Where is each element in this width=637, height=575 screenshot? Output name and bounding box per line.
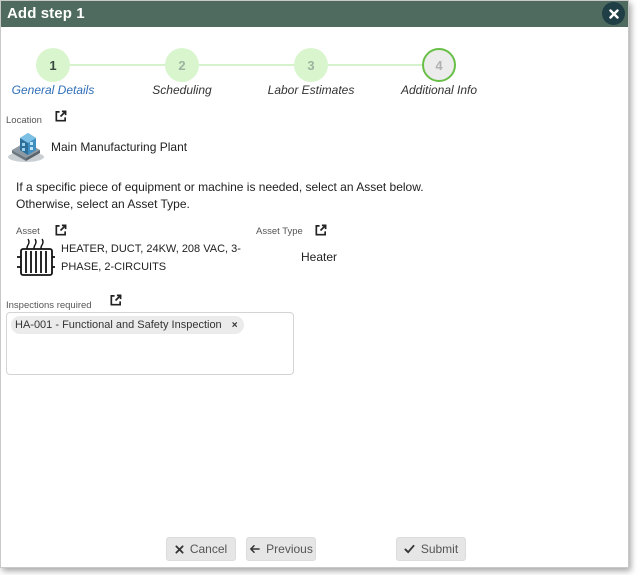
previous-button[interactable]: Previous [246, 537, 316, 561]
stepper-track [53, 64, 439, 66]
submit-button-label: Submit [420, 542, 459, 556]
asset-value-line-2: PHASE, 2-CIRCUITS [61, 261, 167, 273]
cancel-button-label: Cancel [189, 542, 228, 556]
inspection-chip: HA-001 - Functional and Safety Inspectio… [11, 316, 244, 334]
asset-value-line-1: HEATER, DUCT, 24KW, 208 VAC, 3- [61, 243, 241, 255]
asset-label: Asset [16, 226, 40, 237]
step-1-label[interactable]: General Details [12, 83, 95, 97]
step-2-circle[interactable]: 2 [165, 48, 199, 82]
previous-button-label: Previous [266, 542, 313, 556]
radiator-icon [17, 238, 55, 276]
asset-type-label: Asset Type [256, 226, 303, 237]
chip-remove-icon[interactable]: × [232, 320, 238, 331]
arrow-left-icon [249, 545, 260, 553]
step-3-label[interactable]: Labor Estimates [268, 83, 355, 97]
inspection-chip-label: HA-001 - Functional and Safety Inspectio… [15, 319, 222, 331]
inspections-multiselect[interactable]: HA-001 - Functional and Safety Inspectio… [6, 312, 294, 375]
cancel-button[interactable]: Cancel [166, 537, 236, 561]
close-button[interactable] [602, 2, 625, 25]
submit-button[interactable]: Submit [396, 537, 466, 561]
step-4-circle[interactable]: 4 [422, 48, 456, 82]
external-link-icon[interactable] [54, 110, 67, 123]
inspections-label: Inspections required [6, 300, 92, 311]
external-link-icon[interactable] [54, 224, 67, 237]
close-icon [608, 8, 619, 19]
step-2-label[interactable]: Scheduling [152, 83, 211, 97]
wizard-stepper: 1 2 3 4 General Details Scheduling Labor… [1, 45, 628, 105]
add-step-dialog: Add step 1 1 2 3 4 General Details Sched… [0, 0, 629, 568]
asset-instruction-line-1: If a specific piece of equipment or mach… [16, 180, 424, 194]
asset-instruction-line-2: Otherwise, select an Asset Type. [16, 197, 190, 211]
dialog-titlebar: Add step 1 [1, 1, 628, 27]
building-icon [8, 133, 44, 162]
step-1-circle[interactable]: 1 [36, 48, 70, 82]
external-link-icon[interactable] [314, 224, 327, 237]
step-3-circle[interactable]: 3 [294, 48, 328, 82]
dialog-title: Add step 1 [7, 5, 85, 22]
close-icon [175, 544, 184, 554]
asset-type-value: Heater [301, 250, 338, 264]
location-label: Location [6, 115, 42, 126]
location-value: Main Manufacturing Plant [51, 140, 188, 154]
step-4-label[interactable]: Additional Info [401, 83, 477, 97]
external-link-icon[interactable] [109, 294, 122, 307]
check-icon [404, 544, 415, 554]
